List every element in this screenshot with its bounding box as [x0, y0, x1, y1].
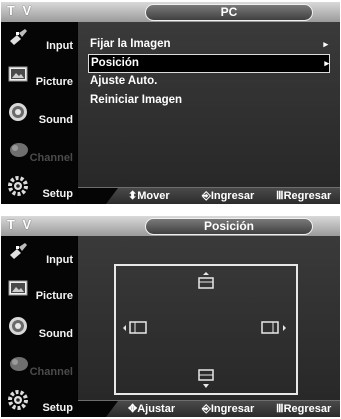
menu-title: Posición: [145, 218, 313, 235]
sidebar-item-setup[interactable]: Setup: [1, 386, 77, 417]
title-bar: T V PC: [1, 2, 340, 22]
move-down-icon[interactable]: [197, 368, 215, 390]
tv-label: T V: [7, 3, 34, 18]
sidebar-item-label: Picture: [35, 290, 73, 302]
pc-menu-screen: T V PC Input Picture Sound Channel Setup…: [1, 2, 340, 204]
sidebar-item-sound[interactable]: Sound: [1, 312, 77, 348]
position-content: [78, 236, 340, 417]
sidebar-item-label: Channel: [29, 152, 73, 164]
sidebar-item-input[interactable]: Input: [1, 238, 77, 274]
menu-item-posicion[interactable]: Posición ▸: [88, 54, 330, 73]
menu-title: PC: [145, 4, 313, 21]
picture-icon: [8, 280, 28, 296]
return-hint: ⅢRegresar: [276, 403, 332, 415]
channel-satellite-icon: [10, 143, 28, 157]
sidebar-item-label: Picture: [35, 76, 73, 88]
sidebar: Input Picture Sound Channel Setup: [1, 22, 77, 204]
title-bar: T V Posición: [1, 216, 340, 236]
sound-icon: [9, 103, 27, 121]
input-plug-icon: [10, 243, 27, 259]
position-frame: [114, 264, 298, 395]
bottom-help-bar: ✥Ajustar ⎆Ingresar ⅢRegresar: [78, 400, 340, 417]
sidebar-item-label: Input: [46, 40, 73, 52]
menu-content: Fijar la Imagen ▸ Posición ▸ Ajuste Auto…: [78, 22, 340, 204]
sidebar: Input Picture Sound Channel Setup: [1, 236, 77, 417]
chevron-right-icon: ▸: [323, 39, 328, 49]
sidebar-item-label: Input: [46, 254, 73, 266]
sidebar-item-sound[interactable]: Sound: [1, 98, 77, 134]
setup-gear-icon: [8, 176, 28, 196]
sidebar-item-channel: Channel: [1, 350, 77, 386]
enter-hint: ⎆Ingresar: [202, 403, 255, 415]
chevron-right-icon: ▸: [324, 58, 329, 68]
move-left-icon[interactable]: [122, 320, 148, 336]
tv-label: T V: [7, 217, 34, 232]
menu-item-ajuste-auto[interactable]: Ajuste Auto.: [88, 73, 328, 90]
return-menu-icon: Ⅲ: [276, 403, 284, 415]
menu-item-fijar-la-imagen[interactable]: Fijar la Imagen ▸: [88, 36, 328, 53]
enter-icon: ⎆: [202, 190, 211, 202]
return-menu-icon: Ⅲ: [276, 190, 284, 202]
move-up-icon[interactable]: [197, 271, 215, 293]
sidebar-item-label: Sound: [38, 328, 73, 340]
sidebar-item-label: Sound: [38, 114, 73, 126]
bottom-help-bar: ⬍Mover ⎆Ingresar ⅢRegresar: [78, 187, 340, 204]
move-hint: ⬍Mover: [128, 190, 170, 202]
position-screen: T V Posición Input Picture Sound Channel…: [1, 216, 340, 417]
sidebar-item-picture[interactable]: Picture: [1, 274, 77, 310]
four-way-arrow-icon: ✥: [128, 403, 138, 415]
sidebar-item-picture[interactable]: Picture: [1, 60, 77, 96]
input-plug-icon: [10, 29, 27, 45]
move-right-icon[interactable]: [260, 320, 288, 336]
picture-icon: [8, 66, 28, 82]
return-hint: ⅢRegresar: [276, 190, 332, 202]
sidebar-item-channel: Channel: [1, 136, 77, 172]
sidebar-item-label: Setup: [42, 402, 73, 414]
sidebar-item-input[interactable]: Input: [1, 24, 77, 60]
setup-gear-icon: [8, 390, 28, 410]
enter-icon: ⎆: [202, 403, 211, 415]
adjust-hint: ✥Ajustar: [128, 403, 176, 415]
sidebar-item-setup[interactable]: Setup: [1, 172, 77, 204]
channel-satellite-icon: [10, 357, 28, 371]
enter-hint: ⎆Ingresar: [202, 190, 255, 202]
menu-item-reiniciar-imagen[interactable]: Reiniciar Imagen: [88, 92, 328, 109]
sound-icon: [9, 317, 27, 335]
sidebar-item-label: Channel: [29, 366, 73, 378]
sidebar-item-label: Setup: [42, 188, 73, 200]
